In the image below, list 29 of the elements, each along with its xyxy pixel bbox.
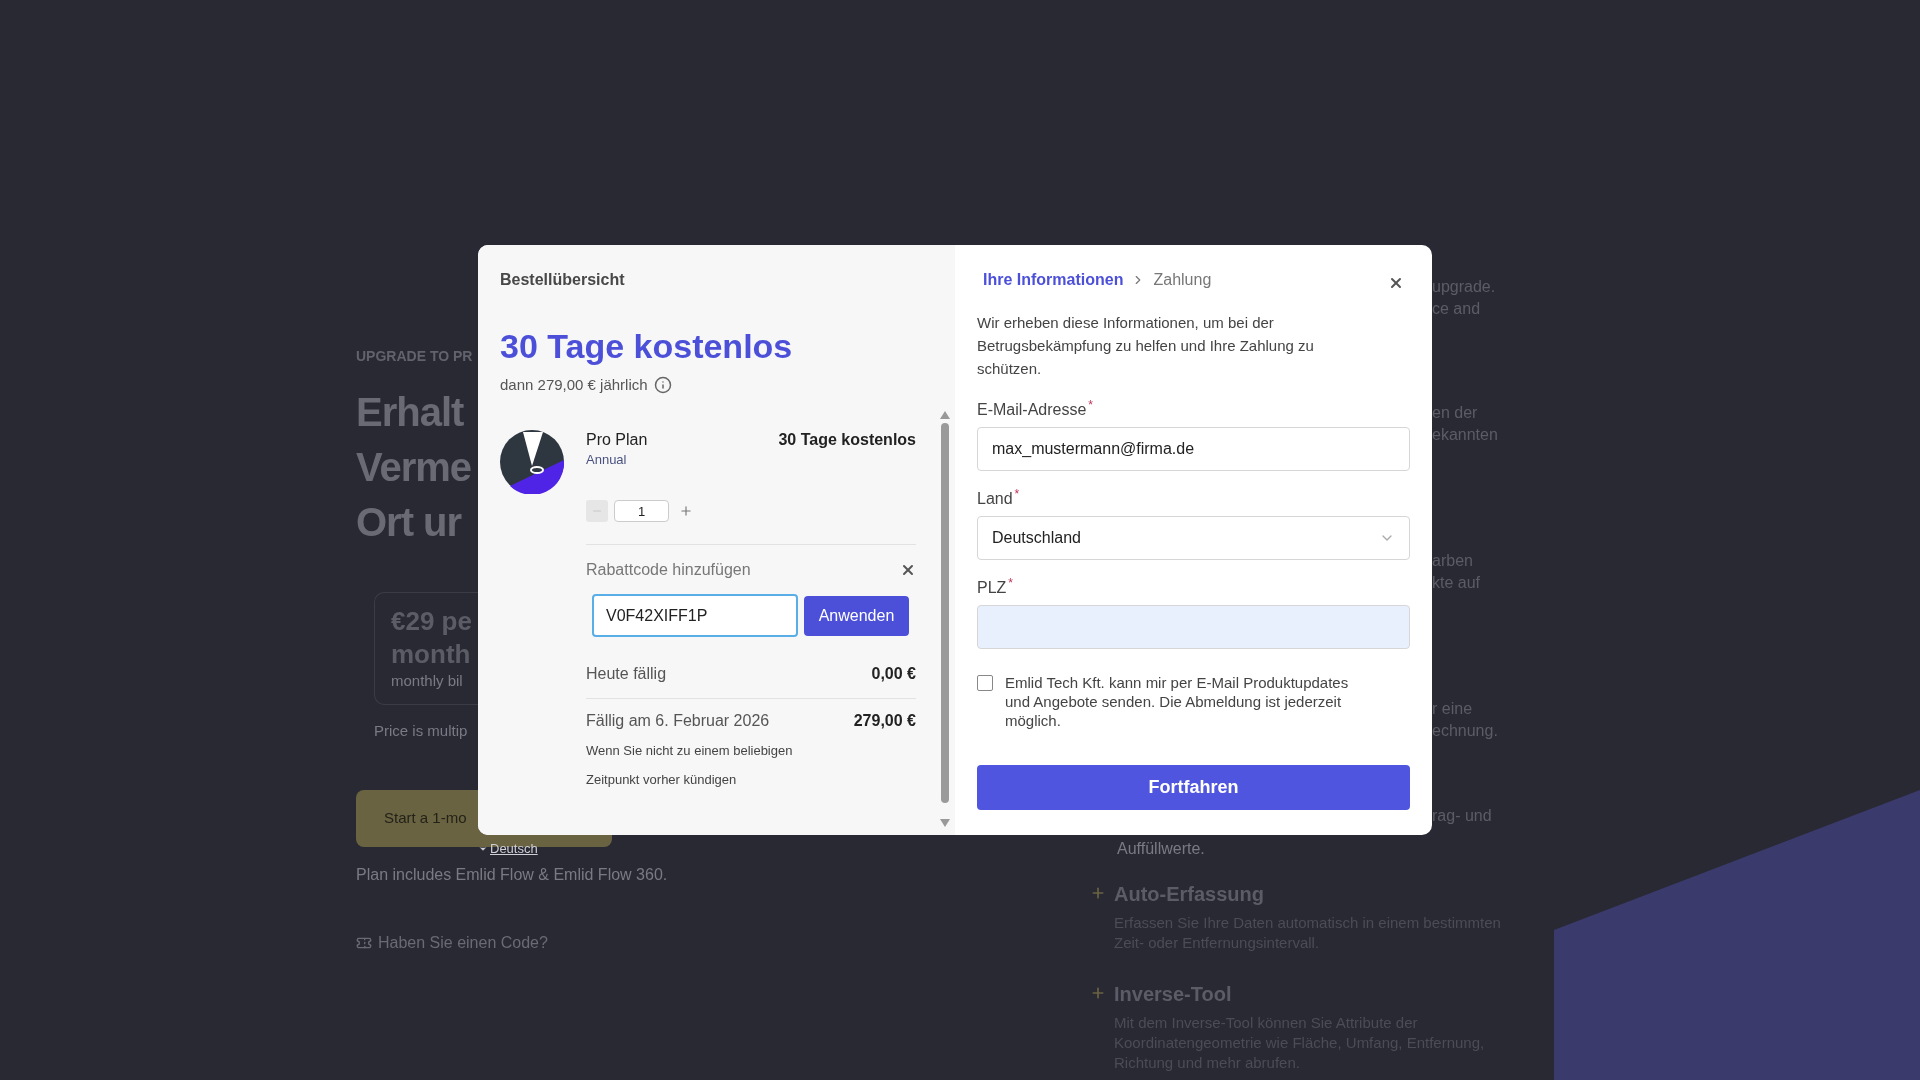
today-amount: 0,00 € [871, 664, 916, 684]
plan-billing: Annual [586, 452, 628, 468]
headline-text: Verme [356, 444, 472, 491]
field-label: E-Mail-Adresse [977, 400, 1087, 420]
consent-text: Emlid Tech Kft. kann mir per E-Mail Produktupdates und Angebote senden. Die Abmeldung ist jederzeit möglich. [1005, 673, 1350, 730]
feature-text: Auffüllwerte. [1117, 839, 1206, 859]
required-mark: * [1088, 399, 1094, 411]
trial-headline: 30 Tage kostenlos [500, 326, 794, 367]
plan-price: 30 Tage kostenlos [778, 430, 916, 450]
discount-label: Rabattcode hinzufügen [586, 560, 751, 580]
billing-text: monthly bil [391, 671, 464, 691]
field-label: PLZ [977, 578, 1007, 598]
today-label: Heute fällig [586, 664, 667, 684]
eyebrow-text: UPGRADE TO PR [356, 347, 473, 365]
plan-name: Pro Plan [586, 430, 648, 450]
plan-note: Plan includes Emlid Flow & Emlid Flow 360. [356, 865, 668, 885]
due-label: Fällig am 6. Februar 2026 [586, 711, 770, 731]
due-amount: 279,00 € [853, 711, 916, 731]
headline-text: Ort ur [356, 499, 463, 546]
headline-text: Erhalt [356, 389, 465, 436]
required-mark: * [1008, 577, 1013, 589]
cancel-note: Wenn Sie nicht zu einem beliebigen [586, 742, 794, 760]
cancel-note: Zeitpunkt vorher kündigen [586, 771, 738, 789]
summary-title: Bestellübersicht [500, 270, 626, 290]
price-subline: dann 279,00 € jährlich [500, 375, 648, 395]
field-label: Land [977, 489, 1013, 509]
price-note: Price is multip [374, 721, 468, 741]
intro-text: Wir erheben diese Informationen, um bei der Betrugsbekämpfung zu helfen und Ihre Zahlung zu schützen. [977, 313, 1315, 379]
required-mark: * [1014, 488, 1020, 500]
